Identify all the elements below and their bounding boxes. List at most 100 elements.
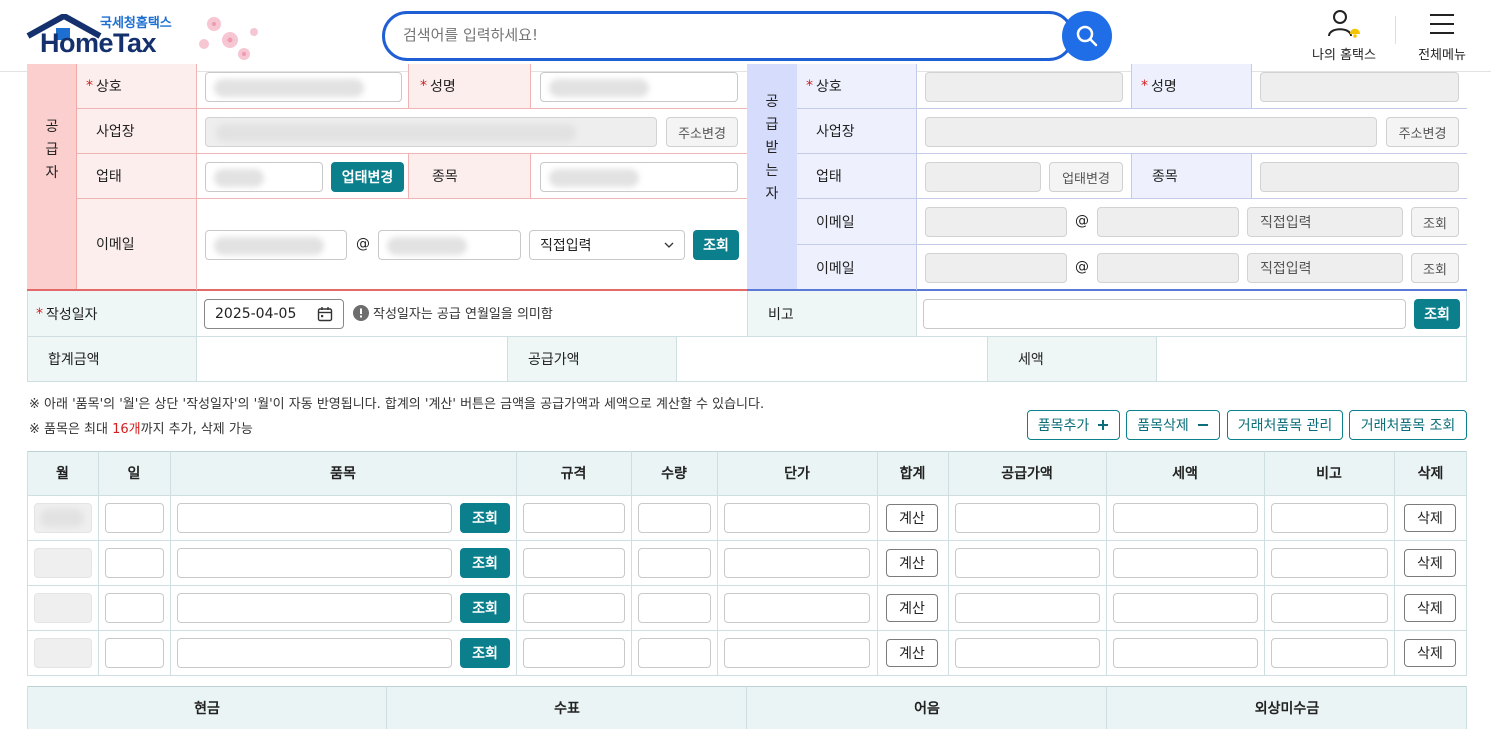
calculate-button[interactable]: 계산 [886,549,938,577]
delete-row-button[interactable]: 삭제 [1404,549,1456,577]
hamburger-menu-icon [1430,14,1454,34]
supplier-business-type-change-button[interactable]: 업태변경 [331,162,404,192]
quantity-input[interactable] [638,638,711,668]
remark-input[interactable] [1271,548,1388,578]
quantity-input[interactable] [638,548,711,578]
delete-row-button[interactable]: 삭제 [1404,639,1456,667]
receiver-item-label: 종목 [1152,169,1178,185]
supplier-company-input[interactable] [205,72,402,102]
my-hometax-button[interactable]: 나의 홈택스 [1308,8,1380,63]
unit-price-input[interactable] [724,548,870,578]
logo-title: HomeTax [40,28,157,58]
calculate-button[interactable]: 계산 [886,504,938,532]
receiver-business-type-change-button[interactable]: 업태변경 [1049,162,1123,192]
item-limit-count: 16개 [112,422,141,437]
supplier-label-column [77,64,197,290]
remark-input[interactable] [1271,593,1388,623]
supplier-email-domain-select[interactable]: 직접입력 [529,230,685,260]
supplier-name-input[interactable] [540,72,738,102]
day-input[interactable] [105,593,164,623]
search-button[interactable] [1062,11,1112,61]
spec-input[interactable] [523,593,625,623]
row-divider [27,675,1467,676]
delete-row-button[interactable]: 삭제 [1404,504,1456,532]
receiver-side-char: 받 [765,140,779,156]
spec-input[interactable] [523,503,625,533]
item-name-input[interactable] [177,593,452,623]
supply-amount-input[interactable] [955,638,1100,668]
receiver-email2-id-field [925,253,1067,283]
quantity-input[interactable] [638,593,711,623]
supply-amount-input[interactable] [955,593,1100,623]
tax-amount-input[interactable] [1113,593,1258,623]
date-input[interactable]: 2025-04-05 [204,299,344,329]
spec-input[interactable] [523,638,625,668]
receiver-email2-lookup-button[interactable]: 조회 [1411,253,1459,283]
item-lookup-button[interactable]: 조회 [460,548,510,578]
add-item-button[interactable]: 품목추가 [1027,410,1120,440]
day-input[interactable] [105,503,164,533]
receiver-email2-label: 이메일 [816,261,855,277]
item-limit-note: ※ 품목은 최대 16개까지 추가, 삭제 가능 [29,422,253,437]
receiver-address-change-button[interactable]: 주소변경 [1386,117,1459,147]
calendar-icon[interactable] [317,306,333,322]
date-note: 작성일자는 공급 연월일을 의미함 [353,303,553,322]
supplier-email-domain-input[interactable] [378,230,521,260]
item-name-input[interactable] [177,503,452,533]
hometax-logo[interactable]: 국세청홈택스 HomeTax [26,10,266,66]
supplier-item-label: 종목 [432,169,458,185]
supplier-email-lookup-button[interactable]: 조회 [693,230,739,260]
plus-icon [1098,420,1109,430]
spec-input[interactable] [523,548,625,578]
tax-amount-input[interactable] [1113,548,1258,578]
top-header: 국세청홈택스 HomeTax 나의 홈택스 전체메뉴 [0,0,1491,72]
row-divider [797,244,1467,245]
search-input[interactable] [403,26,1043,44]
item-name-input[interactable] [177,548,452,578]
remark-input[interactable] [923,299,1406,329]
tax-amount-input[interactable] [1113,638,1258,668]
items-header-spec: 규격 [560,466,587,482]
supplier-item-input[interactable] [540,162,738,192]
supplier-name-label: * 성명 [420,78,456,95]
col-divider [530,154,531,199]
tax-amount-input[interactable] [1113,503,1258,533]
remark-input[interactable] [1271,503,1388,533]
item-lookup-button[interactable]: 조회 [460,503,510,533]
unit-price-input[interactable] [724,593,870,623]
item-lookup-button[interactable]: 조회 [460,593,510,623]
all-menu-button[interactable]: 전체메뉴 [1410,8,1474,63]
calculate-button[interactable]: 계산 [886,639,938,667]
remove-item-button[interactable]: 품목삭제 [1126,410,1220,440]
supplier-email-id-input[interactable] [205,230,347,260]
receiver-side-char: 급 [765,117,779,133]
items-header-total: 합계 [899,466,926,482]
quantity-input[interactable] [638,503,711,533]
supplier-address-change-button[interactable]: 주소변경 [666,117,738,147]
my-hometax-label: 나의 홈택스 [1312,48,1376,63]
receiver-email1-lookup-button[interactable]: 조회 [1411,207,1459,237]
day-input[interactable] [105,548,164,578]
row-divider [797,198,1467,199]
unit-price-input[interactable] [724,503,870,533]
supply-amount-input[interactable] [955,548,1100,578]
row-divider [77,198,747,199]
lookup-partner-items-button[interactable]: 거래처품목 조회 [1349,410,1467,440]
day-input[interactable] [105,638,164,668]
item-name-input[interactable] [177,638,452,668]
col-divider [1131,64,1132,109]
delete-row-button[interactable]: 삭제 [1404,594,1456,622]
supply-amount-input[interactable] [955,503,1100,533]
supplier-business-type-input[interactable] [205,162,323,192]
manage-partner-items-button[interactable]: 거래처품목 관리 [1227,410,1343,440]
supplier-side-char: 급 [45,142,59,158]
remark-input[interactable] [1271,638,1388,668]
calculate-button[interactable]: 계산 [886,594,938,622]
supplier-side-char: 자 [45,165,59,181]
item-lookup-button[interactable]: 조회 [460,638,510,668]
month-field [34,638,92,668]
search-box[interactable] [382,11,1074,61]
remark-lookup-button[interactable]: 조회 [1414,299,1460,329]
unit-price-input[interactable] [724,638,870,668]
payment-receivable-header: 외상미수금 [1254,700,1320,717]
